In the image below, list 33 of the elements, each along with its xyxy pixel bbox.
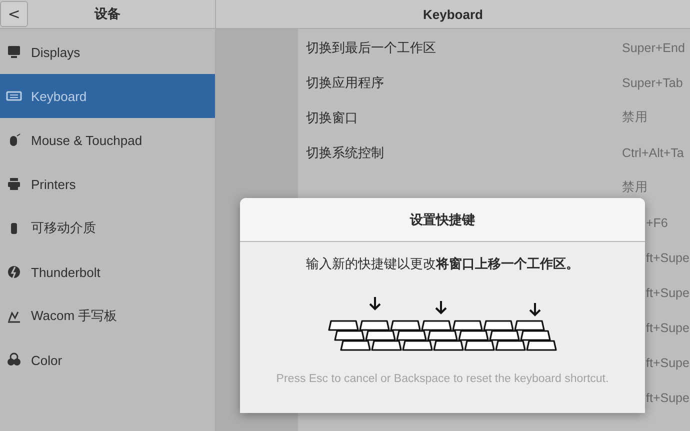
shortcut-name: 切换系统控制	[306, 144, 385, 162]
shortcut-name: 切换窗口	[306, 108, 359, 126]
shortcut-keys: +F6	[622, 216, 668, 230]
sidebar-item[interactable]: Displays	[0, 30, 215, 74]
shortcut-keys: Ctrl+Alt+Ta	[622, 146, 684, 160]
thunderbolt-icon	[6, 264, 22, 280]
sidebar-item[interactable]: Mouse & Touchpad	[0, 118, 215, 162]
shortcut-keys: Super+Tab	[622, 76, 683, 90]
shortcut-keys: ft+Supe	[622, 356, 690, 370]
shortcut-keys: 禁用	[622, 179, 648, 196]
hint-text: Press Esc to cancel or Backspace to reset the keyboard shortcut.	[276, 373, 609, 385]
shortcut-keys: ft+Supe	[622, 250, 690, 264]
shortcut-keys: 禁用	[622, 109, 648, 126]
display-icon	[6, 44, 22, 60]
sidebar-item[interactable]: Printers	[0, 162, 215, 206]
color-icon	[6, 352, 22, 368]
shortcut-keys: ft+Supe	[622, 390, 690, 404]
shortcut-keys: ft+Supe	[622, 286, 690, 300]
sidebar-item[interactable]: Wacom 手写板	[0, 294, 215, 338]
sidebar-item[interactable]: 可移动介质	[0, 206, 215, 250]
sidebar-item[interactable]: Color	[0, 338, 215, 382]
sidebar-item[interactable]: Thunderbolt	[0, 250, 215, 294]
sidebar-item[interactable]: Keyboard	[0, 74, 215, 118]
sidebar-title: 设备	[93, 5, 122, 23]
shortcut-keys: ft+Supe	[622, 320, 690, 334]
back-button[interactable]: <	[0, 1, 28, 27]
shortcut-keys: Super+End	[622, 40, 685, 54]
shortcut-name: 切换应用程序	[306, 74, 385, 92]
window-title: Keyboard	[423, 6, 483, 22]
dialog-title: 设置快捷键	[410, 210, 475, 228]
shortcut-name: 切换到最后一个工作区	[306, 38, 437, 56]
dialog-message: 输入新的快捷键以更改将窗口上移一个工作区。	[306, 255, 579, 273]
printer-icon	[6, 176, 22, 192]
